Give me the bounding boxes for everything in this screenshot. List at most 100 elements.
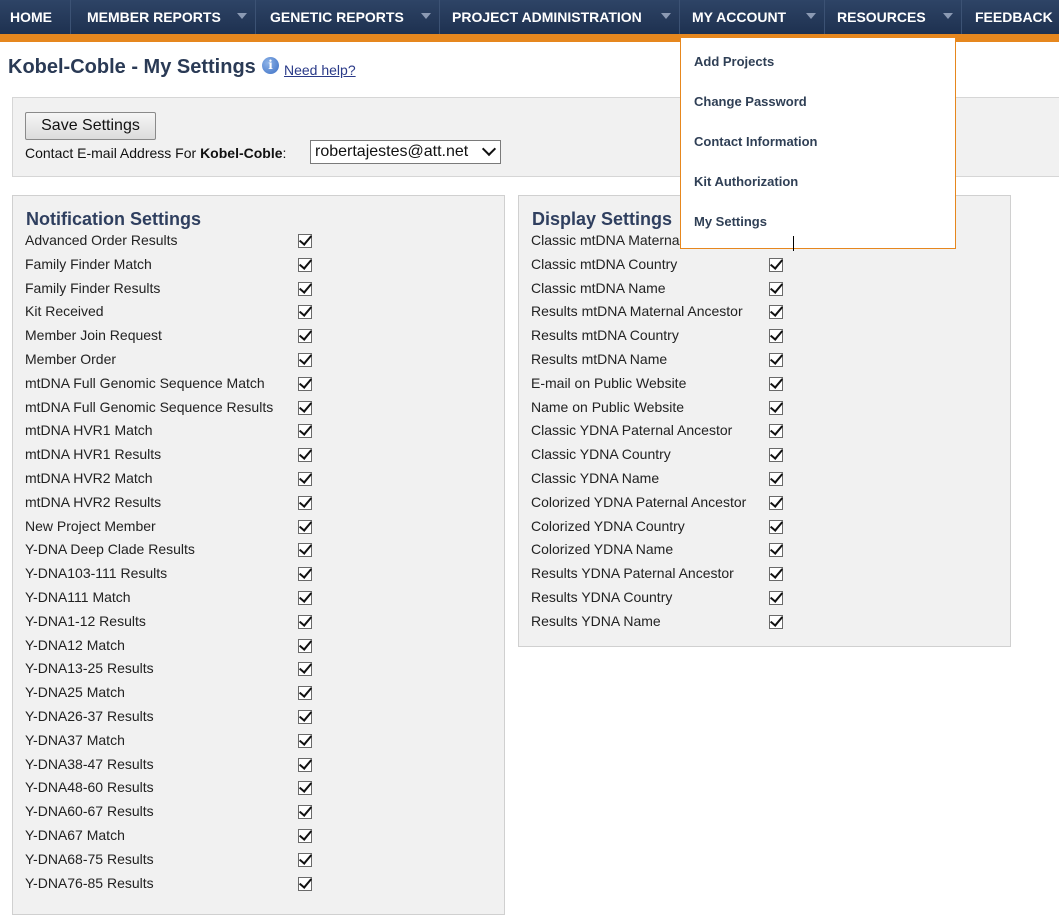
setting-checkbox[interactable] — [298, 710, 312, 724]
nav-label: FEEDBACK — [975, 9, 1053, 25]
setting-checkbox[interactable] — [298, 353, 312, 367]
info-icon[interactable]: i — [262, 57, 279, 74]
need-help-link[interactable]: Need help? — [284, 62, 356, 78]
setting-checkbox[interactable] — [298, 567, 312, 581]
setting-checkbox[interactable] — [298, 877, 312, 891]
setting-row: Y-DNA38-47 Results — [25, 756, 154, 778]
setting-row: Member Join Request — [25, 327, 162, 349]
setting-checkbox[interactable] — [769, 305, 783, 319]
setting-checkbox[interactable] — [298, 448, 312, 462]
menu-item-add-projects[interactable]: Add Projects — [694, 54, 774, 69]
setting-checkbox[interactable] — [298, 234, 312, 248]
setting-label: Y-DNA13-25 Results — [25, 660, 154, 676]
setting-label: New Project Member — [25, 518, 156, 534]
setting-checkbox[interactable] — [769, 496, 783, 510]
setting-row: mtDNA HVR2 Results — [25, 494, 161, 516]
my-account-dropdown: Add Projects Change Password Contact Inf… — [680, 37, 956, 249]
page-title: Kobel-Coble - My Settings — [8, 56, 256, 78]
setting-checkbox[interactable] — [298, 401, 312, 415]
setting-checkbox[interactable] — [769, 401, 783, 415]
setting-row: Results mtDNA Name — [531, 351, 667, 373]
menu-item-change-password[interactable]: Change Password — [694, 94, 807, 109]
contact-email-select[interactable]: robertajestes@att.net — [310, 140, 501, 164]
setting-row: Advanced Order Results — [25, 232, 178, 254]
setting-checkbox[interactable] — [298, 258, 312, 272]
setting-label: mtDNA HVR1 Results — [25, 446, 162, 462]
setting-checkbox[interactable] — [769, 615, 783, 629]
setting-checkbox[interactable] — [769, 282, 783, 296]
setting-checkbox[interactable] — [298, 615, 312, 629]
setting-checkbox[interactable] — [769, 353, 783, 367]
text-cursor — [793, 236, 794, 251]
setting-label: Y-DNA38-47 Results — [25, 756, 154, 772]
setting-checkbox[interactable] — [769, 567, 783, 581]
setting-checkbox[interactable] — [298, 472, 312, 486]
setting-checkbox[interactable] — [298, 520, 312, 534]
setting-label: Classic YDNA Name — [531, 470, 660, 486]
setting-row: Y-DNA13-25 Results — [25, 660, 154, 682]
setting-row: Results mtDNA Country — [531, 327, 679, 349]
menu-item-my-settings[interactable]: My Settings — [694, 214, 767, 229]
nav-my-account[interactable]: MY ACCOUNT — [680, 0, 825, 34]
nav-project-administration[interactable]: PROJECT ADMINISTRATION — [440, 0, 680, 34]
setting-row: Y-DNA68-75 Results — [25, 851, 154, 873]
setting-checkbox[interactable] — [298, 543, 312, 557]
setting-checkbox[interactable] — [769, 543, 783, 557]
setting-checkbox[interactable] — [298, 781, 312, 795]
setting-row: Y-DNA60-67 Results — [25, 803, 154, 825]
menu-item-kit-authorization[interactable]: Kit Authorization — [694, 174, 798, 189]
setting-checkbox[interactable] — [298, 282, 312, 296]
setting-checkbox[interactable] — [769, 472, 783, 486]
setting-label: Member Order — [25, 351, 117, 367]
setting-label: E-mail on Public Website — [531, 375, 687, 391]
display-settings-title: Display Settings — [532, 209, 673, 229]
setting-label: Colorized YDNA Paternal Ancestor — [531, 494, 747, 510]
setting-checkbox[interactable] — [298, 734, 312, 748]
nav-member-reports[interactable]: MEMBER REPORTS — [71, 0, 256, 34]
setting-row: Y-DNA25 Match — [25, 684, 125, 706]
setting-checkbox[interactable] — [298, 686, 312, 700]
setting-checkbox[interactable] — [769, 448, 783, 462]
setting-checkbox[interactable] — [298, 496, 312, 510]
chevron-down-icon — [943, 13, 953, 19]
setting-checkbox[interactable] — [298, 377, 312, 391]
email-label-suffix: : — [282, 145, 287, 161]
setting-checkbox[interactable] — [298, 805, 312, 819]
chevron-down-icon — [421, 13, 431, 19]
menu-item-contact-information[interactable]: Contact Information — [694, 134, 818, 149]
chevron-down-icon — [806, 13, 816, 19]
chevron-down-icon — [237, 13, 247, 19]
setting-label: mtDNA HVR2 Match — [25, 470, 153, 486]
setting-checkbox[interactable] — [298, 853, 312, 867]
setting-checkbox[interactable] — [769, 329, 783, 343]
setting-checkbox[interactable] — [298, 591, 312, 605]
setting-checkbox[interactable] — [298, 424, 312, 438]
setting-checkbox[interactable] — [298, 639, 312, 653]
setting-checkbox[interactable] — [769, 258, 783, 272]
setting-checkbox[interactable] — [769, 424, 783, 438]
setting-checkbox[interactable] — [298, 662, 312, 676]
setting-checkbox[interactable] — [298, 758, 312, 772]
setting-checkbox[interactable] — [298, 329, 312, 343]
setting-row: Name on Public Website — [531, 399, 684, 421]
setting-label: Classic YDNA Country — [531, 446, 671, 462]
setting-row: New Project Member — [25, 518, 156, 540]
setting-checkbox[interactable] — [298, 829, 312, 843]
save-settings-button[interactable]: Save Settings — [25, 112, 156, 140]
setting-checkbox[interactable] — [769, 377, 783, 391]
nav-home[interactable]: HOME — [0, 0, 71, 34]
setting-row: Classic YDNA Country — [531, 446, 671, 468]
setting-label: Y-DNA12 Match — [25, 637, 125, 653]
nav-genetic-reports[interactable]: GENETIC REPORTS — [256, 0, 440, 34]
setting-checkbox[interactable] — [769, 520, 783, 534]
nav-label: GENETIC REPORTS — [270, 9, 404, 25]
nav-feedback[interactable]: FEEDBACK — [962, 0, 1059, 34]
setting-label: Name on Public Website — [531, 399, 685, 415]
setting-label: Y-DNA67 Match — [25, 827, 125, 843]
nav-resources[interactable]: RESOURCES — [825, 0, 962, 34]
setting-row: Results YDNA Paternal Ancestor — [531, 565, 734, 587]
setting-row: Classic YDNA Paternal Ancestor — [531, 422, 732, 444]
setting-checkbox[interactable] — [769, 591, 783, 605]
setting-checkbox[interactable] — [298, 305, 312, 319]
setting-label: Y-DNA48-60 Results — [25, 779, 154, 795]
